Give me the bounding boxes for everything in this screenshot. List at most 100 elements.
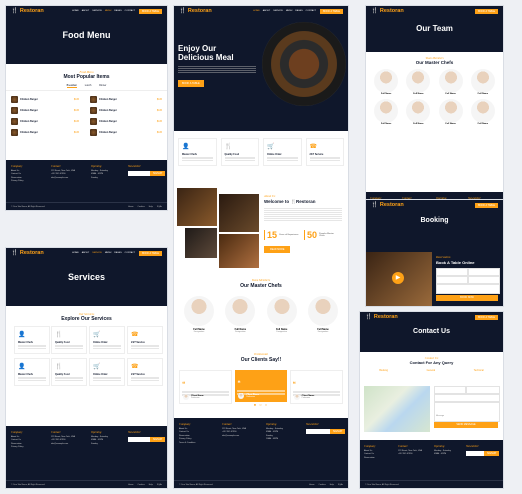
nav-pages[interactable]: PAGES [114,10,121,12]
service-card[interactable]: 🛒 Online Order [89,326,125,354]
book-table-button[interactable]: BOOK A TABLE [320,8,343,14]
footer-link[interactable]: Privacy Policy [11,180,23,182]
video-thumbnail[interactable]: ▶ [366,252,432,306]
team-member-card[interactable]: Full Name [372,99,400,125]
footer-link[interactable]: Terms & Condition [179,442,195,444]
nav-pages[interactable]: PAGES [114,252,121,254]
team-member-card[interactable]: Full Name [404,99,432,125]
book-table-button[interactable]: BOOK A TABLE [475,314,498,320]
people-select[interactable]: No Of People [468,276,500,291]
testimonial-card[interactable]: ❝ Client Name Profession [179,370,233,404]
newsletter-email-input[interactable] [128,171,150,176]
nav-pages[interactable]: PAGES [295,10,302,12]
book-table-button[interactable]: BOOK A TABLE [139,8,162,14]
newsletter-email-input[interactable] [466,451,484,456]
email-input[interactable]: Your Email [466,386,500,401]
feature-card[interactable]: 👤 Master Chefs [178,138,217,166]
footer-link[interactable]: Contact Us [11,439,23,441]
hero-book-button[interactable]: BOOK A TABLE [178,80,204,87]
service-card[interactable]: 🍴 Quality Food [51,358,87,386]
send-message-button[interactable]: SEND MESSAGE [434,422,498,428]
footer-link[interactable]: Reservation [11,443,23,445]
nav-about[interactable]: ABOUT [82,10,90,12]
brand-logo[interactable]: 🍴 Restoran [371,8,404,14]
tab-breakfast[interactable]: Breakfast [66,84,77,88]
name-input[interactable]: Your Name [436,268,468,283]
nav-service[interactable]: SERVICE [92,252,102,254]
signup-button[interactable]: SIGNUP [150,171,166,176]
tab-dinner[interactable]: Dinner [99,84,106,88]
nav-contact[interactable]: CONTACT [125,252,135,254]
feature-card[interactable]: 🛒 Online Order [263,138,302,166]
service-card[interactable]: ☎ 24/7 Service [127,358,163,386]
footer-link[interactable]: Contact Us [11,173,23,175]
footer-link[interactable]: Contact Us [179,431,195,433]
service-card[interactable]: 👤 Master Chefs [14,358,50,386]
footer-link[interactable]: Privacy Policy [179,438,195,440]
nav-menu[interactable]: MENU [286,10,292,12]
newsletter-email-input[interactable] [306,429,330,434]
nav-menu[interactable]: MENU [105,10,111,12]
chef-card[interactable]: Full Name Designation [306,296,340,333]
message-textarea[interactable]: Message [434,402,500,422]
book-table-button[interactable]: BOOK A TABLE [139,250,162,256]
testimonial-card-active[interactable]: ❝ Client Name Profession [235,370,287,402]
chef-card[interactable]: Full Name Designation [223,296,257,333]
tab-lunch[interactable]: Lunch [85,84,92,88]
datetime-input[interactable]: Date & Time [436,276,468,291]
play-icon[interactable]: ▶ [392,272,404,284]
newsletter-email-input[interactable] [128,437,150,442]
nav-home[interactable]: HOME [72,10,79,12]
nav-service[interactable]: SERVICE [92,10,102,12]
testimonial-card[interactable]: ❝ Client Name Profession [289,370,343,404]
brand-logo[interactable]: 🍴 Restoran [371,202,404,208]
nav-contact[interactable]: CONTACT [125,10,135,12]
name-input[interactable]: Your Name [434,386,466,401]
feature-card[interactable]: 🍴 Quality Food [220,138,259,166]
signup-button[interactable]: SIGNUP [484,451,500,456]
footer-link[interactable]: Reservation [364,457,376,459]
footer-link[interactable]: Privacy Policy [11,446,23,448]
service-card[interactable]: 🍴 Quality Food [51,326,87,354]
brand-logo[interactable]: 🍴 Restoran [365,314,398,320]
footer-link[interactable]: About Us [11,170,23,172]
nav-menu[interactable]: MENU [105,252,111,254]
book-table-button[interactable]: BOOK A TABLE [475,202,498,208]
carousel-dots[interactable]: ● ○ ○ [174,402,348,407]
team-member-card[interactable]: Full Name [437,99,465,125]
team-member-card[interactable]: Full Name [404,69,432,95]
request-textarea[interactable]: Special Request [436,284,500,299]
feature-card[interactable]: ☎ 24/7 Service [305,138,344,166]
service-card[interactable]: ☎ 24/7 Service [127,326,163,354]
team-member-card[interactable]: Full Name [437,69,465,95]
nav-about[interactable]: ABOUT [82,252,90,254]
book-table-button[interactable]: BOOK A TABLE [475,8,498,14]
book-now-button[interactable]: BOOK NOW [436,295,498,301]
chef-card[interactable]: Full Name Designation [182,296,216,333]
footer-link[interactable]: About Us [179,428,195,430]
brand-logo[interactable]: 🍴 Restoran [11,250,44,256]
footer-link[interactable]: About Us [11,436,23,438]
footer-link[interactable]: Contact Us [364,453,376,455]
signup-button[interactable]: SIGNUP [150,437,166,442]
nav-home[interactable]: HOME [253,10,260,12]
team-member-card[interactable]: Full Name [372,69,400,95]
team-member-card[interactable]: Full Name [469,99,497,125]
service-card[interactable]: 👤 Master Chefs [14,326,50,354]
map[interactable] [364,386,430,432]
read-more-button[interactable]: READ MORE [264,246,291,253]
brand-logo[interactable]: 🍴 Restoran [11,8,44,14]
signup-button[interactable]: SIGNUP [330,429,346,434]
email-input[interactable]: Your Email [468,268,500,283]
service-card[interactable]: 🛒 Online Order [89,358,125,386]
nav-service[interactable]: SERVICE [273,10,283,12]
team-member-card[interactable]: Full Name [469,69,497,95]
chef-card[interactable]: Full Name Designation [265,296,299,333]
footer-link[interactable]: Reservation [11,177,23,179]
brand-logo[interactable]: 🍴 Restoran [179,8,212,14]
footer-link[interactable]: Reservation [179,435,195,437]
nav-contact[interactable]: CONTACT [306,10,316,12]
nav-about[interactable]: ABOUT [263,10,271,12]
nav-home[interactable]: HOME [72,252,79,254]
subject-input[interactable]: Subject [434,394,500,409]
